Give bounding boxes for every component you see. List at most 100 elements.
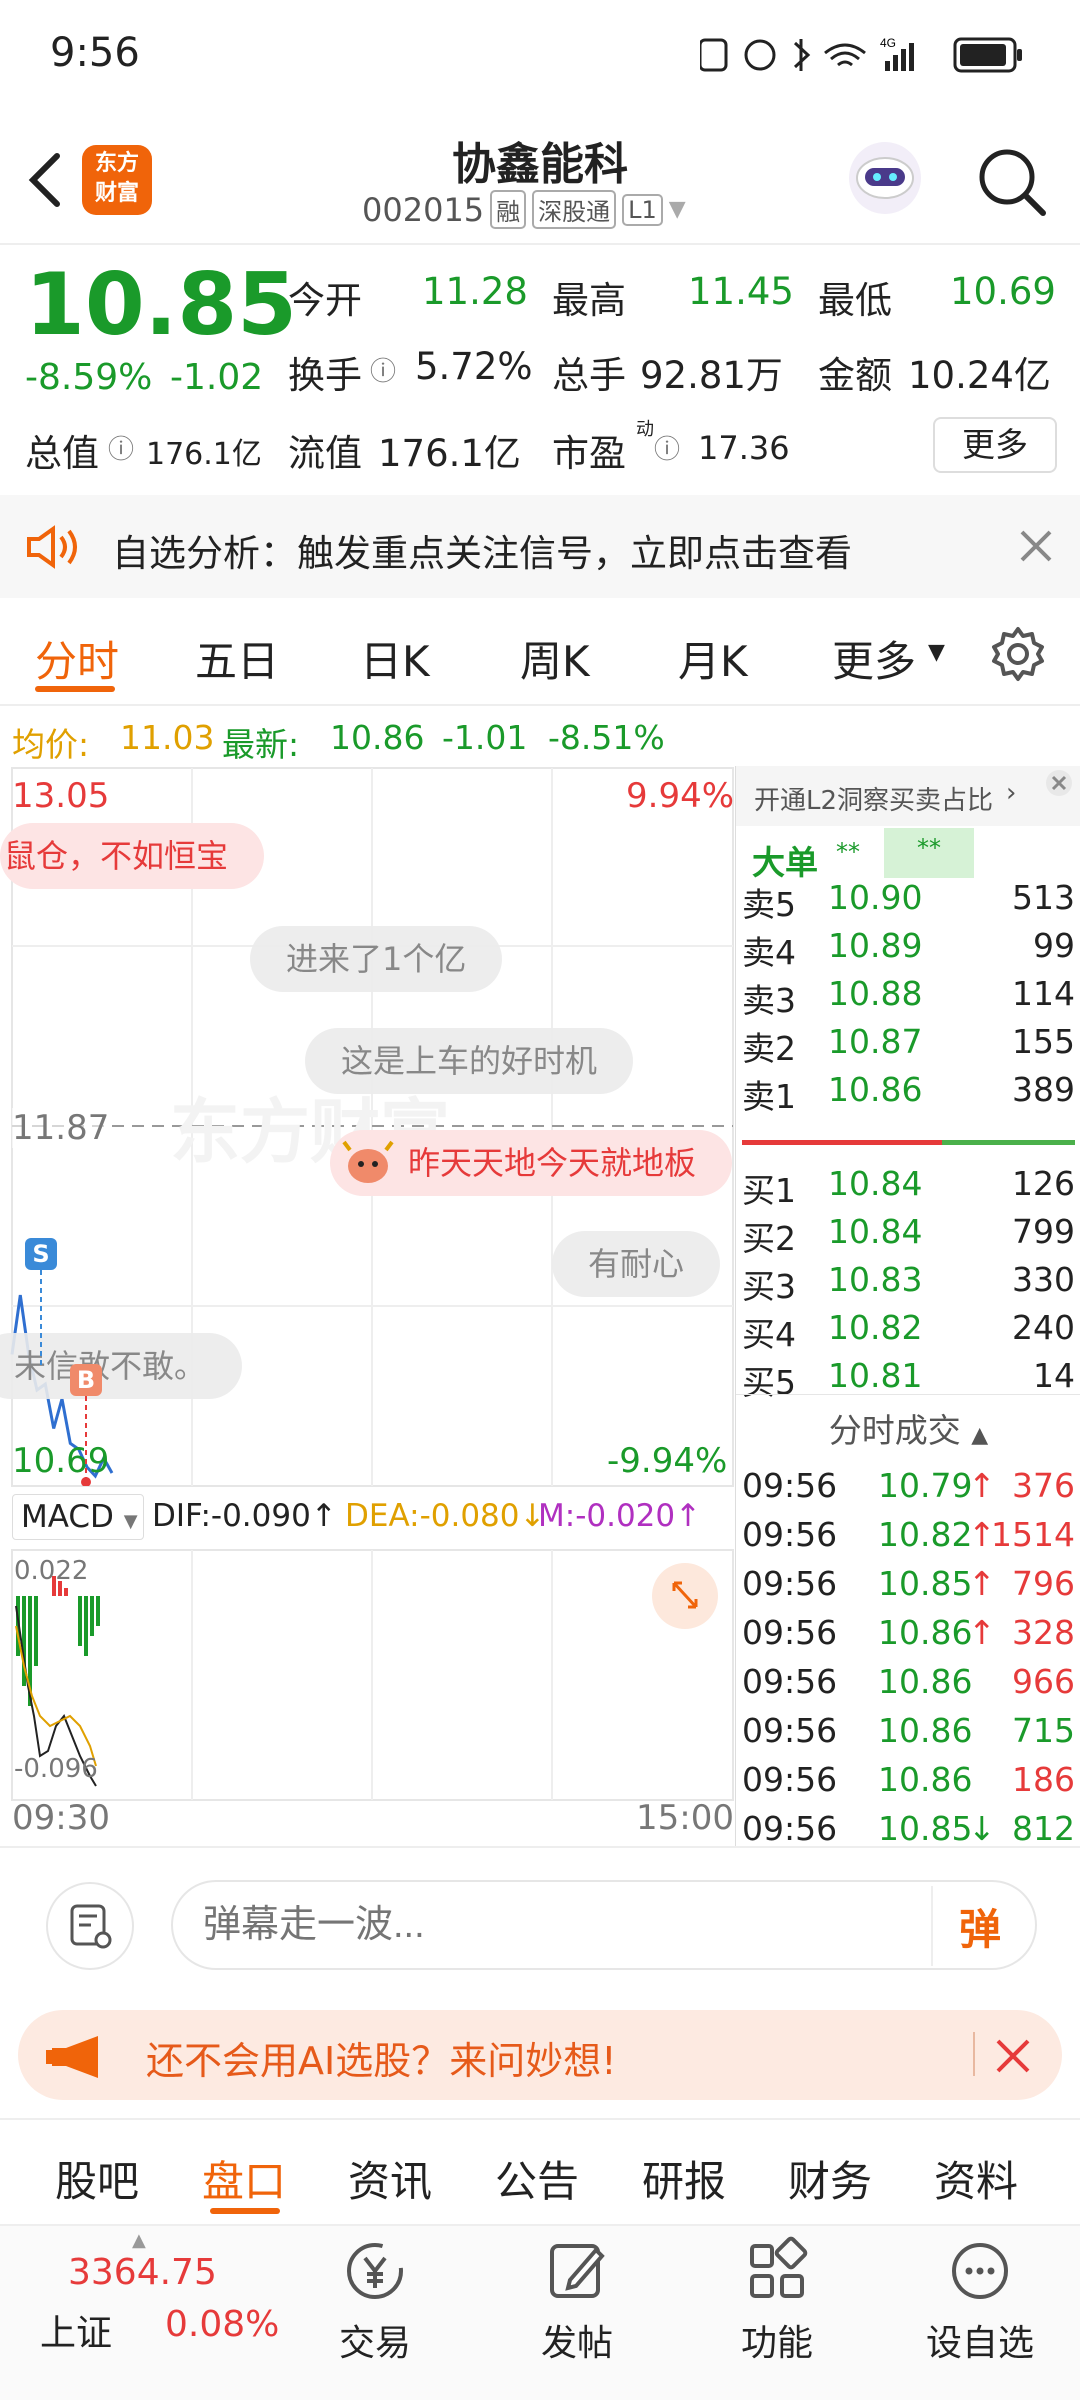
info-icon[interactable]: ⓘ <box>654 429 680 466</box>
expand-button[interactable] <box>652 1563 718 1629</box>
trade-volume: 328 <box>1012 1613 1075 1652</box>
ai-promo-banner[interactable]: 还不会用AI选股？来问妙想! <box>18 2010 1062 2100</box>
close-icon[interactable] <box>1044 768 1074 798</box>
trade-row: 09:56 10.82 ↑ 1514 <box>736 1515 1080 1564</box>
pe-dynamic-mark: 动 <box>636 419 654 440</box>
trade-price: 10.79 <box>878 1466 973 1505</box>
divider <box>973 2032 975 2076</box>
tab-news[interactable]: 资讯 <box>348 2148 432 2209</box>
level-price: 10.84 <box>828 1212 923 1251</box>
post-label: 发帖 <box>540 2323 613 2364</box>
chart-end-time: 15:00 <box>636 1798 734 1838</box>
latest-pct: -8.51% <box>548 718 665 757</box>
low-value: 10.69 <box>950 270 1056 313</box>
high-value: 11.45 <box>688 270 794 313</box>
search-icon[interactable] <box>975 145 1050 220</box>
trade-price: 10.86 <box>878 1613 973 1652</box>
level-label: 买4 <box>742 1315 796 1354</box>
current-price: 10.85 <box>25 255 298 355</box>
more-icon <box>952 2243 1008 2299</box>
latest-label: 最新: <box>222 725 300 764</box>
market-cap-value: 176.1亿 <box>146 437 262 472</box>
tab-intraday[interactable]: 分时 <box>35 628 119 689</box>
danmu-input-box: 弹 <box>171 1880 1037 1970</box>
info-icon[interactable]: ⓘ <box>108 429 134 466</box>
post-button[interactable]: 发帖 <box>502 2236 652 2386</box>
tab-financials[interactable]: 财务 <box>788 2148 872 2209</box>
more-button[interactable]: 更多 <box>933 417 1057 473</box>
tab-profile[interactable]: 资料 <box>934 2148 1018 2209</box>
tab-announcements[interactable]: 公告 <box>495 2148 579 2209</box>
big-order-bar: ** <box>884 828 974 878</box>
stock-code: 002015 <box>362 190 485 229</box>
bid-ratio-bar <box>942 1140 1075 1145</box>
low-label: 最低 <box>818 279 892 322</box>
level-label: 卖1 <box>742 1077 796 1116</box>
divider <box>736 1394 1080 1395</box>
bid-row: 买2 10.84 799 <box>736 1212 1080 1260</box>
open-value: 11.28 <box>422 270 528 313</box>
index-ticker[interactable]: ▲ 3364.75 上证 0.08% <box>0 2226 280 2400</box>
pe-label: 市盈 <box>552 432 626 475</box>
add-watchlist-button[interactable]: 设自选 <box>905 2236 1055 2386</box>
float-cap-value: 176.1亿 <box>378 432 521 475</box>
l2-text: 开通L2洞察买卖占比 <box>754 786 994 816</box>
trades-title: 分时成交 <box>828 1411 961 1450</box>
trade-row: 09:56 10.86 186 <box>736 1760 1080 1809</box>
macd-selector[interactable]: MACD ▼ <box>12 1494 144 1540</box>
tab-daily-k[interactable]: 日K <box>360 628 430 689</box>
amount-value: 10.24亿 <box>908 354 1051 397</box>
trade-direction-icon: ↑ <box>968 1613 996 1652</box>
tab-five-day[interactable]: 五日 <box>195 628 279 689</box>
market-cap-label: 总值 <box>25 432 99 475</box>
bid-row: 买5 10.81 14 <box>736 1356 1080 1404</box>
status-bar: 9:56 4G <box>0 0 1080 110</box>
trade-button[interactable]: 交易 <box>300 2236 450 2386</box>
level-volume: 155 <box>1012 1022 1075 1061</box>
macd-top: 0.022 <box>14 1556 89 1586</box>
level-price: 10.87 <box>828 1022 923 1061</box>
stock-code-row[interactable]: 002015 融 深股通 L1 ▼ <box>362 190 686 229</box>
level-volume: 799 <box>1012 1212 1075 1251</box>
gear-icon[interactable] <box>990 626 1046 682</box>
intraday-chart[interactable]: 东方财富 13.05 9.94% 11.87 10.69 -9.94% 鼠仓，不… <box>0 766 735 1846</box>
tab-forum[interactable]: 股吧 <box>55 2148 139 2209</box>
trades-header[interactable]: 分时成交 ▲ <box>736 1404 1080 1452</box>
chart-start-time: 09:30 <box>12 1798 110 1838</box>
danmu-input[interactable] <box>203 1894 783 1956</box>
connect-badge: 深股通 <box>532 190 617 229</box>
close-icon[interactable] <box>993 2036 1033 2076</box>
tab-research[interactable]: 研报 <box>642 2148 726 2209</box>
analysis-banner[interactable]: 自选分析：触发重点关注信号，立即点击查看 <box>0 495 1080 598</box>
level-badge: L1 <box>622 193 663 226</box>
trade-price: 10.85 <box>878 1809 973 1848</box>
tab-more[interactable]: 更多 <box>832 628 916 689</box>
robot-assistant-icon[interactable] <box>845 138 925 218</box>
danmu-settings-button[interactable] <box>46 1882 134 1970</box>
trade-row: 09:56 10.86 966 <box>736 1662 1080 1711</box>
l2-banner[interactable]: 开通L2洞察买卖占比 › <box>736 766 1080 826</box>
ai-promo-text: 还不会用AI选股？来问妙想! <box>146 2039 617 2083</box>
grid-icon <box>750 2236 808 2298</box>
latest-value: 10.86 <box>330 718 425 757</box>
expand-icon <box>672 1581 698 1609</box>
features-button[interactable]: 功能 <box>702 2236 852 2386</box>
info-icon[interactable]: ⓘ <box>370 351 396 388</box>
danmu-send-button[interactable]: 弹 <box>959 1896 1001 1957</box>
tab-orderbook[interactable]: 盘口 <box>202 2148 286 2209</box>
trade-volume: 796 <box>1012 1564 1075 1603</box>
trade-row: 09:56 10.85 ↑ 796 <box>736 1564 1080 1613</box>
avg-value: 11.03 <box>120 718 215 757</box>
trade-volume: 376 <box>1012 1466 1075 1505</box>
macd-label: MACD <box>21 1499 114 1535</box>
close-icon[interactable] <box>1018 528 1054 564</box>
trade-row: 09:56 10.79 ↑ 376 <box>736 1466 1080 1515</box>
tab-weekly-k[interactable]: 周K <box>520 628 590 689</box>
trade-price: 10.86 <box>878 1711 973 1750</box>
marker-guides <box>40 1270 91 1486</box>
level-volume: 513 <box>1012 878 1075 917</box>
ask-row: 卖5 10.90 513 <box>736 878 1080 926</box>
tab-monthly-k[interactable]: 月K <box>678 628 748 689</box>
edit-icon <box>550 2244 605 2298</box>
index-pct: 0.08% <box>165 2304 280 2345</box>
